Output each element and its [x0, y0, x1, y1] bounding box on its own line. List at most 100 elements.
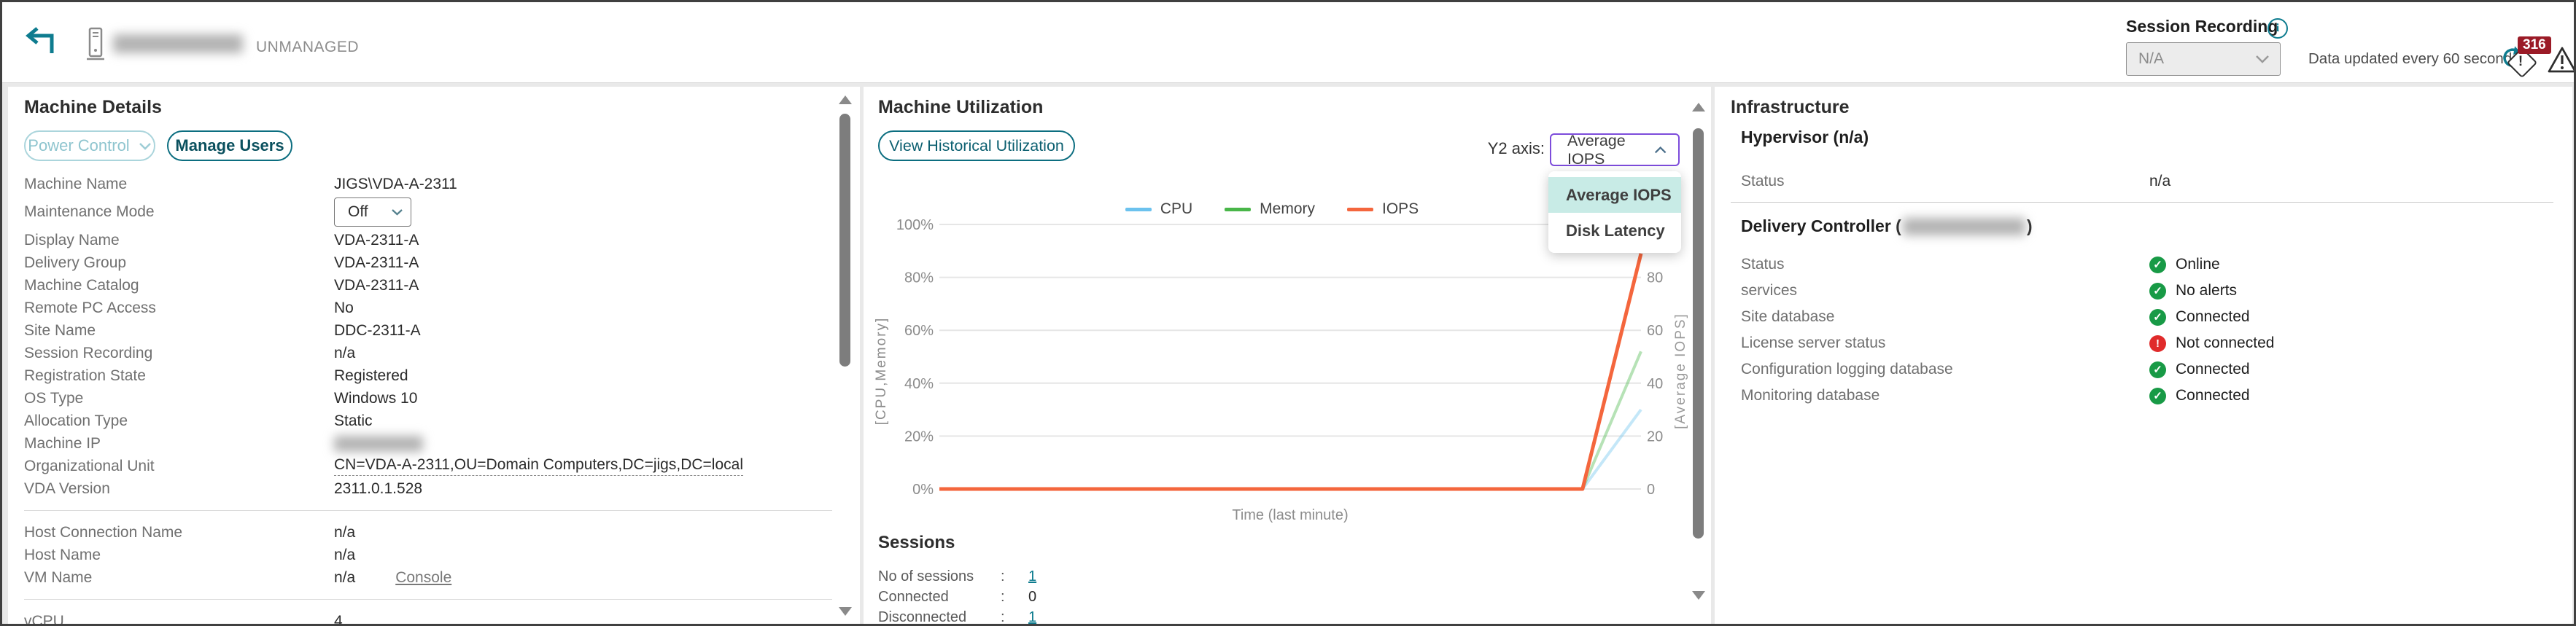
scroll-up-arrow[interactable]	[1692, 103, 1705, 111]
update-interval-note: Data updated every 60 seconds	[2308, 50, 2519, 68]
svg-text:0: 0	[1647, 482, 1655, 498]
svg-text:20%: 20%	[904, 429, 934, 445]
no-of-sessions-link[interactable]: 1	[1028, 568, 1036, 585]
legend-item-iops[interactable]: IOPS	[1347, 200, 1419, 218]
legend-swatch	[1225, 208, 1251, 211]
back-arrow-icon	[23, 27, 59, 60]
power-control-button[interactable]: Power Control	[24, 130, 155, 161]
sessions-title: Sessions	[878, 533, 955, 553]
row-hypervisor-status: Status n/a	[1741, 173, 2536, 190]
disconnected-sessions-link[interactable]: 1	[1028, 609, 1036, 626]
row-allocation-type: Allocation Type Static	[24, 410, 832, 432]
info-icon[interactable]: i	[2267, 18, 2288, 39]
scroll-down-arrow[interactable]	[1692, 591, 1705, 600]
svg-text:60%: 60%	[904, 323, 934, 339]
y2-selected-value: Average IOPS	[1567, 132, 1654, 168]
row-display-name: Display Name VDA-2311-A	[24, 229, 832, 251]
machine-utilization-title: Machine Utilization	[878, 97, 1043, 118]
divider	[1731, 202, 2553, 203]
status-ok-icon: ✓	[2149, 257, 2166, 273]
status-ok-icon: ✓	[2149, 388, 2166, 404]
alerts-button[interactable]: ! 316	[2505, 43, 2543, 81]
hypervisor-subtitle: Hypervisor (n/a)	[1741, 128, 1869, 147]
legend-swatch	[1125, 208, 1152, 211]
infrastructure-panel: Infrastructure Hypervisor (n/a) Status n…	[1715, 87, 2572, 626]
y2-axis-menu: Average IOPS Disk Latency	[1548, 171, 1681, 253]
scroll-down-arrow[interactable]	[839, 607, 852, 616]
machine-utilization-panel: Machine Utilization View Historical Util…	[864, 87, 1711, 626]
machine-details-rows: Machine Name JIGS\VDA-A-2311 Maintenance…	[24, 173, 832, 626]
row-maintenance-mode: Maintenance Mode Off	[24, 195, 832, 229]
warnings-button[interactable]	[2546, 44, 2576, 79]
session-recording-select[interactable]: N/A	[2126, 42, 2281, 76]
sessions-rows: No of sessions : 1 Connected : 0 Disconn…	[878, 566, 1036, 626]
svg-text:80%: 80%	[904, 270, 934, 286]
legend-item-memory[interactable]: Memory	[1225, 200, 1315, 218]
status-error-icon: !	[2149, 335, 2166, 352]
row-site-name: Site Name DDC-2311-A	[24, 319, 832, 342]
legend-label: IOPS	[1382, 200, 1419, 218]
legend-item-cpu[interactable]: CPU	[1125, 200, 1192, 218]
back-button[interactable]	[23, 27, 59, 60]
view-historical-label: View Historical Utilization	[889, 137, 1064, 155]
scrollbar-thumb[interactable]	[1693, 128, 1704, 539]
menu-item-disk-latency[interactable]: Disk Latency	[1548, 213, 1681, 249]
svg-text:40: 40	[1647, 376, 1663, 392]
chevron-up-icon	[1654, 146, 1667, 154]
view-historical-utilization-button[interactable]: View Historical Utilization	[878, 130, 1075, 161]
svg-text:60: 60	[1647, 323, 1663, 339]
middle-panel-scrollbar[interactable]	[1690, 87, 1707, 626]
chevron-down-icon	[139, 142, 152, 150]
row-machine-catalog: Machine Catalog VDA-2311-A	[24, 274, 832, 297]
status-ok-icon: ✓	[2149, 361, 2166, 378]
scroll-up-arrow[interactable]	[839, 95, 852, 104]
delivery-controller-name-redacted	[1903, 218, 2025, 235]
machine-details-page: UNMANAGED Session Recording i N/A Data u…	[0, 0, 2576, 626]
svg-text:[Average IOPS]: [Average IOPS]	[1673, 313, 1688, 429]
svg-text:80: 80	[1647, 270, 1663, 286]
row-config-logging-database: Configuration logging database ✓Connecte…	[1741, 356, 2536, 383]
divider	[24, 599, 832, 600]
svg-text:0%: 0%	[912, 482, 934, 498]
svg-text:20: 20	[1647, 429, 1663, 445]
menu-item-average-iops[interactable]: Average IOPS	[1548, 177, 1681, 213]
svg-text:100%: 100%	[896, 217, 934, 233]
status-ok-icon: ✓	[2149, 283, 2166, 300]
legend-swatch	[1347, 208, 1373, 211]
row-monitoring-database: Monitoring database ✓Connected	[1741, 383, 2536, 409]
y2-axis-label: Y2 axis:	[1485, 139, 1545, 158]
row-machine-name: Machine Name JIGS\VDA-A-2311	[24, 173, 832, 195]
diamond-alert-exclamation: !	[2511, 52, 2530, 71]
row-vm-name: VM Name n/a Console	[24, 566, 832, 589]
row-host-name: Host Name n/a	[24, 544, 832, 566]
y2-axis-select[interactable]: Average IOPS	[1550, 133, 1680, 166]
status-ok-icon: ✓	[2149, 309, 2166, 326]
svg-text:[CPU,Memory]: [CPU,Memory]	[874, 317, 889, 426]
row-connected: Connected : 0	[878, 587, 1036, 607]
manage-users-label: Manage Users	[175, 136, 284, 155]
session-recording-value: N/A	[2138, 50, 2164, 68]
machine-details-panel: Machine Details Power Control Manage Use…	[8, 87, 860, 626]
left-panel-scrollbar[interactable]	[837, 87, 854, 626]
machine-ip-redacted	[334, 436, 423, 452]
row-vcpu: vCPU 4	[24, 610, 832, 626]
warning-triangle-icon	[2546, 44, 2576, 75]
row-os-type: OS Type Windows 10	[24, 387, 832, 410]
row-site-database: Site database ✓Connected	[1741, 304, 2536, 330]
row-license-server-status: License server status !Not connected	[1741, 330, 2536, 356]
infrastructure-title: Infrastructure	[1731, 97, 1850, 118]
svg-text:Time (last minute): Time (last minute)	[1232, 507, 1348, 523]
row-disconnected: Disconnected : 1	[878, 607, 1036, 626]
row-vda-version: VDA Version 2311.0.1.528	[24, 477, 832, 500]
server-icon	[84, 26, 107, 67]
delivery-controller-rows: Status ✓Online services ✓No alerts Site …	[1741, 251, 2536, 409]
power-control-label: Power Control	[28, 136, 129, 155]
maintenance-mode-select[interactable]: Off	[334, 197, 411, 227]
manage-users-button[interactable]: Manage Users	[167, 130, 292, 161]
row-machine-ip: Machine IP	[24, 432, 832, 455]
divider	[24, 510, 832, 511]
chevron-down-icon	[391, 208, 403, 216]
scrollbar-thumb[interactable]	[839, 114, 850, 367]
svg-text:40%: 40%	[904, 376, 934, 392]
console-link[interactable]: Console	[395, 569, 451, 587]
